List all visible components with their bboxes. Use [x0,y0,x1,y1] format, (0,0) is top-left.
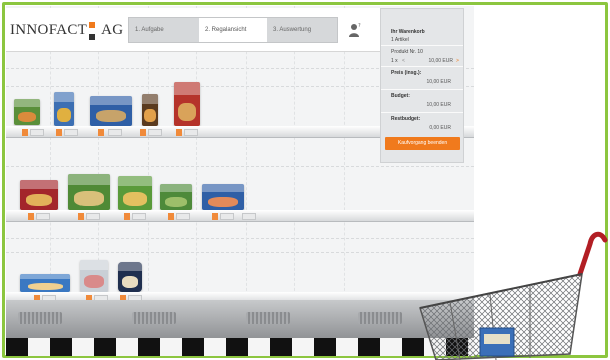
price-tag [220,213,234,220]
price-tag [36,213,50,220]
product-frozen-pack[interactable] [68,174,110,210]
checkered-floor [6,338,474,356]
price-tag [148,129,162,136]
cart-product-number: Produkt Nr. 10 [391,49,423,55]
price-tag-marker [56,129,62,136]
price-value: 10,00 EUR [426,79,451,85]
step-label: 2. Regalansicht [205,27,247,33]
cart-product-quantity: 1 x [391,58,398,64]
price-tag-marker [98,129,104,136]
shopping-cart-panel: Ihr Warenkorb 1 Artikel Produkt Nr. 10 1… [380,8,464,163]
price-tag [64,129,78,136]
app-header: INNOFACT AG 1. Aufgabe 2. Regalansicht 3.… [6,8,380,52]
step-progress-bar: 1. Aufgabe 2. Regalansicht 3. Auswertung [128,17,338,43]
product-frozen-pack[interactable] [20,180,58,210]
shelf-board [6,210,474,222]
price-tag-marker [140,129,146,136]
price-tag [132,213,146,220]
innofact-logo: INNOFACT AG [10,22,123,39]
logo-mark-icon [89,22,95,40]
budget-value: 10,00 EUR [426,102,451,108]
step-3-auswertung[interactable]: 3. Auswertung [267,18,337,42]
price-tag-marker [28,213,34,220]
cart-title: Ihr Warenkorb [391,29,425,35]
shelf-gridline [6,252,474,253]
product-frozen-pack[interactable] [160,184,192,210]
counter-vent [246,312,290,324]
price-tag [184,129,198,136]
cart-item-count: 1 Artikel [391,37,409,43]
price-tag [86,213,100,220]
price-tag-marker [212,213,218,220]
shelf-base-counter [6,300,474,340]
logo-text-right: AG [101,22,124,38]
price-label: Preis (insg.): [391,70,422,76]
prev-product-icon[interactable]: < [402,58,405,64]
price-tag-marker [124,213,130,220]
screenshot-stage: INNOFACT AG 1. Aufgabe 2. Regalansicht 3.… [0,0,610,360]
product-frozen-pack[interactable] [80,260,108,292]
product-frozen-pack[interactable] [142,94,158,126]
divider [381,66,463,67]
price-tag [242,213,256,220]
rest-budget-value: 0,00 EUR [429,125,451,131]
product-frozen-pack[interactable] [174,82,200,126]
counter-vent [358,312,402,324]
product-ice-cream-tub[interactable] [118,262,142,292]
product-frozen-pack[interactable] [118,176,152,210]
finish-purchase-button[interactable]: Kaufvorgang beenden [385,137,460,150]
price-tag [108,129,122,136]
price-tag-marker [22,129,28,136]
divider [381,45,463,46]
product-frozen-pack[interactable] [90,96,132,126]
shelf-gridline [6,238,474,239]
product-frozen-pack[interactable] [20,274,70,292]
product-frozen-pack[interactable] [202,184,244,210]
price-tag [30,129,44,136]
shopping-cart-icon [419,231,608,360]
step-label: 3. Auswertung [273,27,312,33]
price-tag-marker [168,213,174,220]
price-tag-marker [78,213,84,220]
budget-label: Budget: [391,93,410,99]
price-tag [176,213,190,220]
divider [381,89,463,90]
price-tag-marker [176,129,182,136]
counter-vent [18,312,62,324]
product-frozen-pack[interactable] [54,92,74,126]
step-label: 1. Aufgabe [135,27,164,33]
step-1-aufgabe[interactable]: 1. Aufgabe [129,18,195,42]
counter-vent [132,312,176,324]
divider [381,112,463,113]
user-question-icon[interactable]: ? [348,22,362,38]
store-floor [6,300,474,356]
shelf-gridline [6,166,474,167]
rest-budget-label: Restbudget: [391,116,421,122]
cart-product-price: 10,00 EUR [428,58,453,64]
logo-text-left: INNOFACT [10,22,88,38]
next-product-icon[interactable]: > [456,58,459,64]
step-2-regalansicht[interactable]: 2. Regalansicht [199,18,267,42]
svg-text:?: ? [358,23,361,29]
product-frozen-pack[interactable] [14,99,40,125]
